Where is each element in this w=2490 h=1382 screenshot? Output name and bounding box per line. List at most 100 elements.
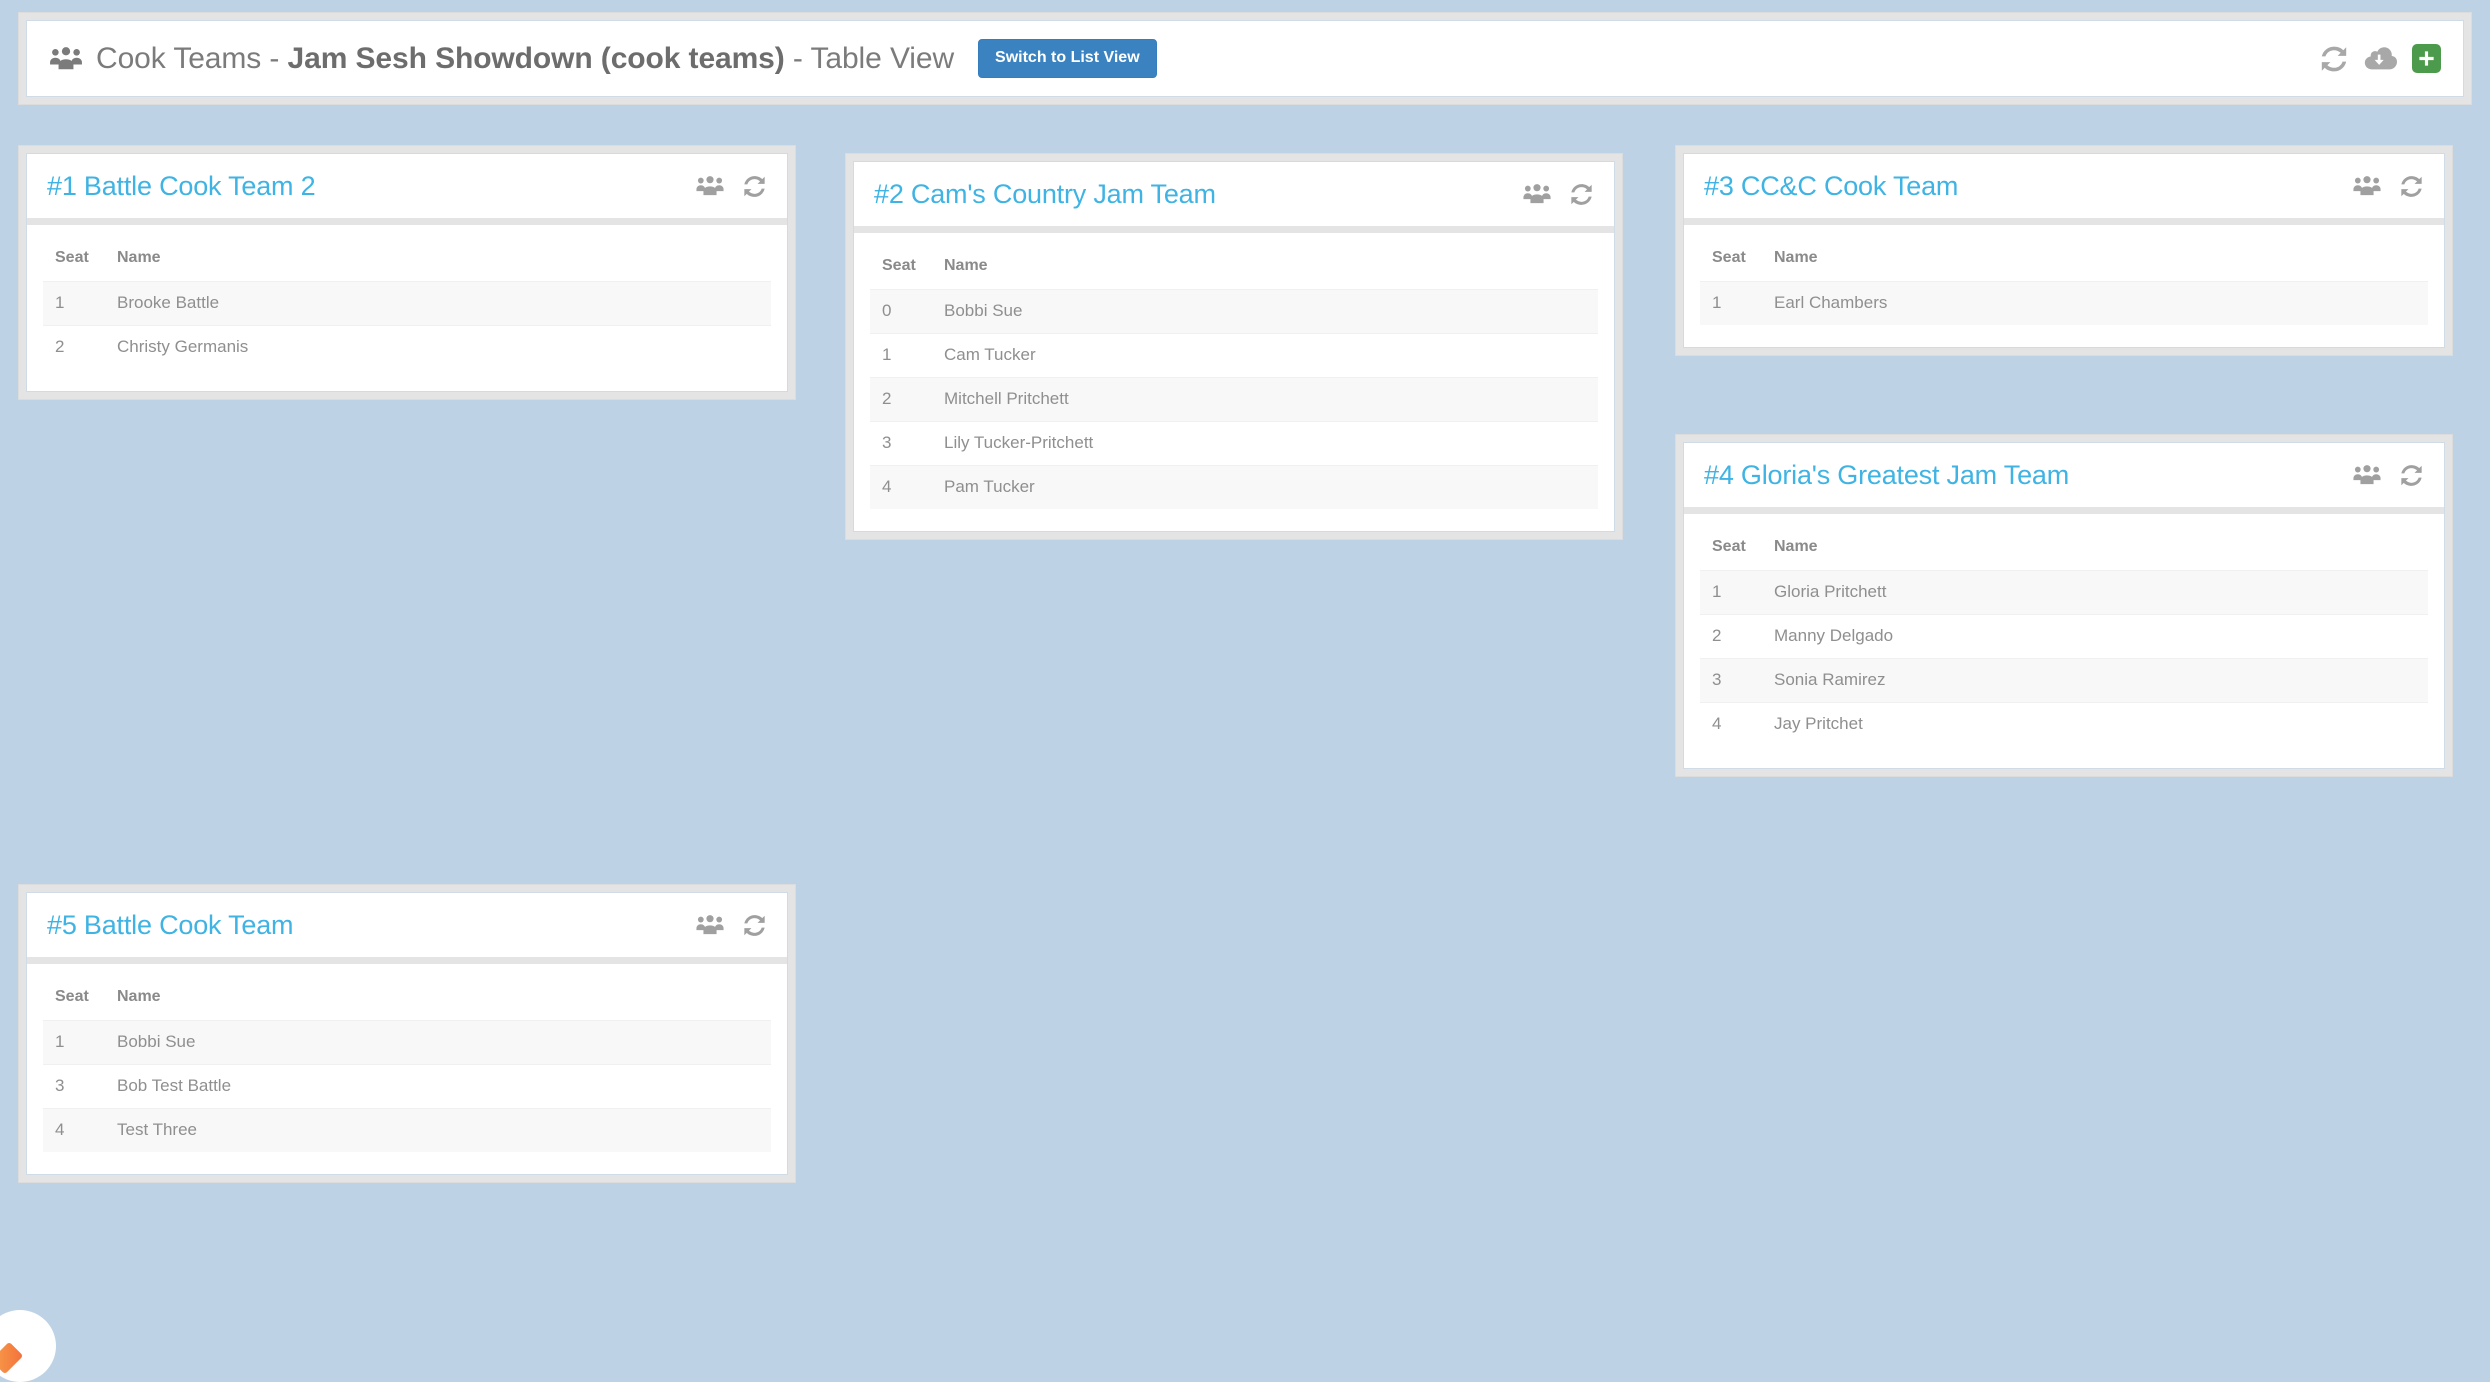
card-body: Seat Name 1Bobbi Sue3Bob Test Battle4Tes…: [27, 964, 787, 1174]
card-title: #4 Gloria's Greatest Jam Team: [1704, 460, 2069, 491]
cell-name: Earl Chambers: [1762, 282, 2428, 326]
table-row[interactable]: 1Bobbi Sue: [43, 1021, 771, 1065]
add-team-button[interactable]: [2412, 44, 2441, 73]
card-body: Seat Name 1Earl Chambers: [1684, 225, 2444, 347]
members-button[interactable]: [2353, 464, 2381, 487]
cell-seat: 3: [1700, 659, 1762, 703]
sync-icon: [2399, 463, 2424, 488]
seat-table: Seat Name 1Brooke Battle2Christy Germani…: [43, 243, 771, 369]
cell-name: Bobbi Sue: [932, 290, 1598, 334]
table-body: 0Bobbi Sue1Cam Tucker2Mitchell Pritchett…: [870, 290, 1598, 510]
card-header: #3 CC&C Cook Team: [1684, 154, 2444, 225]
sync-icon: [2399, 174, 2424, 199]
card-body: Seat Name 0Bobbi Sue1Cam Tucker2Mitchell…: [854, 233, 1614, 531]
cloud-download-icon: [2364, 44, 2397, 74]
card-refresh-button[interactable]: [742, 913, 767, 938]
cell-name: Lily Tucker-Pritchett: [932, 422, 1598, 466]
sync-icon: [742, 913, 767, 938]
table-row[interactable]: 2Mitchell Pritchett: [870, 378, 1598, 422]
table-header-row: Seat Name: [43, 243, 771, 282]
card-header: #2 Cam's Country Jam Team: [854, 162, 1614, 233]
card-refresh-button[interactable]: [2399, 463, 2424, 488]
cell-seat: 2: [43, 326, 105, 370]
members-button[interactable]: [1523, 183, 1551, 206]
card-header-actions: [696, 913, 767, 938]
table-row[interactable]: 1Brooke Battle: [43, 282, 771, 326]
members-button[interactable]: [696, 175, 724, 198]
members-button[interactable]: [2353, 175, 2381, 198]
members-button[interactable]: [696, 914, 724, 937]
table-row[interactable]: 3Bob Test Battle: [43, 1065, 771, 1109]
header-actions: [2319, 44, 2441, 74]
cell-name: Pam Tucker: [932, 466, 1598, 510]
card-refresh-button[interactable]: [2399, 174, 2424, 199]
table-body: 1Earl Chambers: [1700, 282, 2428, 326]
table-row[interactable]: 3Sonia Ramirez: [1700, 659, 2428, 703]
table-row[interactable]: 1Earl Chambers: [1700, 282, 2428, 326]
card-refresh-button[interactable]: [1569, 182, 1594, 207]
table-row[interactable]: 3Lily Tucker-Pritchett: [870, 422, 1598, 466]
seat-table: Seat Name 0Bobbi Sue1Cam Tucker2Mitchell…: [870, 251, 1598, 509]
cell-seat: 4: [870, 466, 932, 510]
cell-seat: 1: [43, 1021, 105, 1065]
card-header-actions: [1523, 182, 1594, 207]
column-header-seat: Seat: [870, 251, 932, 290]
card-header: #4 Gloria's Greatest Jam Team: [1684, 443, 2444, 514]
card-header-actions: [696, 174, 767, 199]
members-icon: [2353, 175, 2381, 198]
cell-seat: 1: [43, 282, 105, 326]
table-row[interactable]: 4Test Three: [43, 1109, 771, 1153]
table-row[interactable]: 4Jay Pritchet: [1700, 703, 2428, 747]
table-row[interactable]: 1Cam Tucker: [870, 334, 1598, 378]
column-header-seat: Seat: [43, 982, 105, 1021]
card-header: #5 Battle Cook Team: [27, 893, 787, 964]
card-body: Seat Name 1Brooke Battle2Christy Germani…: [27, 225, 787, 391]
table-body: 1Bobbi Sue3Bob Test Battle4Test Three: [43, 1021, 771, 1153]
cell-seat: 1: [1700, 571, 1762, 615]
card-title: #1 Battle Cook Team 2: [47, 171, 315, 202]
card-refresh-button[interactable]: [742, 174, 767, 199]
table-row[interactable]: 2Manny Delgado: [1700, 615, 2428, 659]
cell-name: Christy Germanis: [105, 326, 771, 370]
floating-widget[interactable]: [0, 1310, 56, 1382]
cell-seat: 4: [1700, 703, 1762, 747]
members-icon: [696, 175, 724, 198]
table-header-row: Seat Name: [43, 982, 771, 1021]
cell-seat: 3: [870, 422, 932, 466]
table-row[interactable]: 4Pam Tucker: [870, 466, 1598, 510]
table-header-row: Seat Name: [1700, 243, 2428, 282]
page-title-suffix: - Table View: [785, 42, 954, 75]
table-row[interactable]: 1Gloria Pritchett: [1700, 571, 2428, 615]
column-header-name: Name: [932, 251, 1598, 290]
cell-name: Brooke Battle: [105, 282, 771, 326]
table-header-row: Seat Name: [870, 251, 1598, 290]
card-title: #3 CC&C Cook Team: [1704, 171, 1958, 202]
table-row[interactable]: 2Christy Germanis: [43, 326, 771, 370]
page-title: Cook Teams - Jam Sesh Showdown (cook tea…: [96, 42, 954, 76]
widget-mark-icon: [0, 1342, 23, 1375]
cell-seat: 4: [43, 1109, 105, 1153]
refresh-button[interactable]: [2319, 44, 2349, 74]
page-header-panel: Cook Teams - Jam Sesh Showdown (cook tea…: [18, 12, 2472, 105]
page-header-inner: Cook Teams - Jam Sesh Showdown (cook tea…: [26, 20, 2464, 97]
cell-name: Bobbi Sue: [105, 1021, 771, 1065]
cell-seat: 1: [1700, 282, 1762, 326]
cell-name: Cam Tucker: [932, 334, 1598, 378]
team-card: #3 CC&C Cook Team: [1675, 145, 2453, 356]
team-card: #4 Gloria's Greatest Jam Team: [1675, 434, 2453, 777]
cell-seat: 2: [1700, 615, 1762, 659]
switch-to-list-view-button[interactable]: Switch to List View: [978, 39, 1157, 78]
page-title-row: Cook Teams - Jam Sesh Showdown (cook tea…: [49, 39, 2319, 78]
card-title: #5 Battle Cook Team: [47, 910, 293, 941]
seat-table: Seat Name 1Earl Chambers: [1700, 243, 2428, 325]
cell-name: Mitchell Pritchett: [932, 378, 1598, 422]
cell-seat: 1: [870, 334, 932, 378]
download-button[interactable]: [2364, 44, 2397, 74]
members-icon: [1523, 183, 1551, 206]
card-title: #2 Cam's Country Jam Team: [874, 179, 1216, 210]
team-card: #1 Battle Cook Team 2: [18, 145, 796, 400]
cell-name: Bob Test Battle: [105, 1065, 771, 1109]
table-row[interactable]: 0Bobbi Sue: [870, 290, 1598, 334]
members-icon: [2353, 464, 2381, 487]
column-header-name: Name: [1762, 532, 2428, 571]
